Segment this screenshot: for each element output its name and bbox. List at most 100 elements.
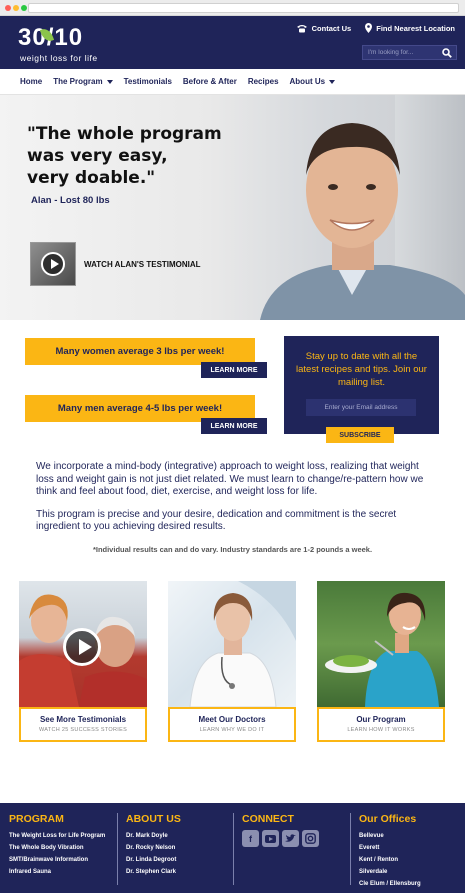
address-bar[interactable] (28, 3, 459, 13)
footer-link[interactable]: The Whole Body Vibration (9, 842, 105, 854)
nav-testimonials[interactable]: Testimonials (124, 77, 172, 86)
program-card-image (317, 581, 445, 707)
footer-link[interactable]: SMT/Brainwave Information (9, 854, 105, 866)
site-header: 30/10 weight loss for life Contact Us Fi… (0, 16, 465, 69)
instagram-icon[interactable] (302, 830, 319, 847)
hero-quote-line-3: very doable." (27, 168, 156, 188)
facebook-icon[interactable]: f (242, 830, 259, 847)
footer-about-column: ABOUT US Dr. Mark Doyle Dr. Rocky Nelson… (126, 813, 181, 878)
footer-program-column: PROGRAM The Weight Loss for Life Program… (9, 813, 105, 878)
subscribe-button[interactable]: SUBSCRIBE (326, 427, 394, 443)
close-window-icon[interactable] (5, 5, 11, 11)
hero-quote: "The whole program was very easy, very d… (27, 123, 222, 189)
browser-chrome (0, 0, 465, 16)
minimize-window-icon[interactable] (13, 5, 19, 11)
testimonial-thumbnail (30, 242, 76, 286)
doctor-photo-illustration (189, 581, 296, 707)
hero-portrait-image (260, 123, 465, 320)
social-links: f (242, 830, 319, 847)
promo-section: Many women average 3 lbs per week! LEARN… (0, 320, 465, 443)
footer-link[interactable]: Everett (359, 842, 421, 854)
nav-home-label: Home (20, 77, 43, 86)
twitter-bird-glyph (285, 834, 296, 842)
chevron-down-icon (329, 79, 336, 84)
footer-link[interactable]: Dr. Mark Doyle (126, 830, 181, 842)
footer-connect-heading: CONNECT (242, 813, 294, 825)
testimonials-card-caption: See More Testimonials WATCH 25 SUCCESS S… (19, 707, 147, 742)
logo-tagline: weight loss for life (20, 53, 98, 63)
footer-about-heading: ABOUT US (126, 813, 181, 825)
intro-copy: We incorporate a mind-body (integrative)… (0, 461, 465, 556)
results-disclaimer: *Individual results can and do vary. Ind… (92, 544, 373, 554)
map-pin-icon (365, 23, 373, 33)
contact-us-link[interactable]: Contact Us (296, 23, 352, 33)
doctors-card-title: Meet Our Doctors (198, 715, 266, 724)
footer-divider (350, 813, 351, 885)
contact-us-label: Contact Us (311, 23, 352, 33)
hero-attribution: Alan - Lost 80 lbs (31, 195, 110, 206)
nav-home[interactable]: Home (20, 77, 42, 86)
nav-the-program[interactable]: The Program (53, 77, 113, 86)
footer-link[interactable]: Bellevue (359, 830, 421, 842)
program-card-title: Our Program (356, 715, 406, 724)
intro-paragraph-1: We incorporate a mind-body (integrative)… (36, 461, 424, 497)
footer-link[interactable]: Dr. Rocky Nelson (126, 842, 181, 854)
program-card[interactable]: Our Program LEARN HOW IT WORKS (317, 581, 445, 742)
find-location-link[interactable]: Find Nearest Location (365, 23, 455, 33)
footer-link[interactable]: Silverdale (359, 866, 421, 878)
instagram-camera-glyph (305, 833, 316, 844)
hero-name: Alan (31, 195, 52, 206)
maximize-window-icon[interactable] (21, 5, 27, 11)
nav-before-after[interactable]: Before & After (183, 77, 237, 86)
doctors-card-caption: Meet Our Doctors LEARN WHY WE DO IT (168, 707, 296, 742)
newsletter-box: Stay up to date with all the latest reci… (284, 336, 439, 443)
women-learn-more-button[interactable]: LEARN MORE (201, 362, 267, 378)
nav-recipes-label: Recipes (247, 77, 279, 86)
search-button[interactable] (439, 46, 455, 59)
testimonials-card[interactable]: See More Testimonials WATCH 25 SUCCESS S… (19, 581, 147, 742)
intro-paragraph-2: This program is precise and your desire,… (36, 508, 397, 533)
play-icon[interactable] (63, 628, 101, 666)
nav-recipes[interactable]: Recipes (248, 77, 279, 86)
footer-divider (117, 813, 118, 885)
testimonials-card-title: See More Testimonials (39, 715, 127, 724)
doctors-card-image (168, 581, 296, 707)
nav-about-us[interactable]: About Us (290, 77, 336, 86)
hero-result: Lost 80 lbs (60, 195, 110, 206)
footer-divider (233, 813, 234, 885)
footer-link[interactable]: Cle Elum / Ellensburg (359, 878, 421, 890)
play-icon (41, 252, 65, 276)
find-location-label: Find Nearest Location (376, 23, 455, 33)
women-stat-banner: Many women average 3 lbs per week! (25, 338, 255, 365)
chevron-down-icon (106, 79, 113, 84)
footer-link[interactable]: Dr. Stephen Clark (126, 866, 181, 878)
twitter-icon[interactable] (282, 830, 299, 847)
hero-quote-line-1: "The whole program (27, 124, 222, 144)
nav-the-program-label: The Program (53, 77, 103, 86)
footer-link[interactable]: Kent / Renton (359, 854, 421, 866)
men-learn-more-button[interactable]: LEARN MORE (201, 418, 267, 434)
site-footer: PROGRAM The Weight Loss for Life Program… (0, 803, 465, 893)
watch-testimonial-label: WATCH ALAN'S TESTIMONIAL (84, 259, 201, 269)
doctors-card[interactable]: Meet Our Doctors LEARN WHY WE DO IT (168, 581, 296, 742)
nav-about-us-label: About Us (289, 77, 326, 86)
phone-icon (296, 24, 307, 32)
newsletter-text: Stay up to date with all the latest reci… (296, 351, 427, 388)
main-nav: Home The Program Testimonials Before & A… (0, 69, 465, 95)
footer-link[interactable]: Infrared Sauna (9, 866, 105, 878)
footer-link[interactable]: The Weight Loss for Life Program (9, 830, 105, 842)
footer-program-heading: PROGRAM (9, 813, 64, 825)
site-logo[interactable]: 30/10 weight loss for life (18, 24, 128, 64)
testimonials-card-image (19, 581, 147, 707)
hero-quote-line-2: was very easy, (27, 146, 168, 166)
email-field[interactable] (306, 399, 416, 416)
search-icon (442, 47, 452, 58)
watch-testimonial-link[interactable]: WATCH ALAN'S TESTIMONIAL (30, 242, 201, 286)
hero-banner: "The whole program was very easy, very d… (0, 95, 465, 320)
youtube-icon[interactable] (262, 830, 279, 847)
testimonials-card-subtitle: WATCH 25 SUCCESS STORIES (38, 727, 128, 733)
nav-testimonials-label: Testimonials (123, 77, 172, 86)
search-input[interactable] (363, 49, 439, 56)
footer-link[interactable]: Dr. Linda Degroot (126, 854, 181, 866)
feature-cards: See More Testimonials WATCH 25 SUCCESS S… (0, 581, 465, 791)
